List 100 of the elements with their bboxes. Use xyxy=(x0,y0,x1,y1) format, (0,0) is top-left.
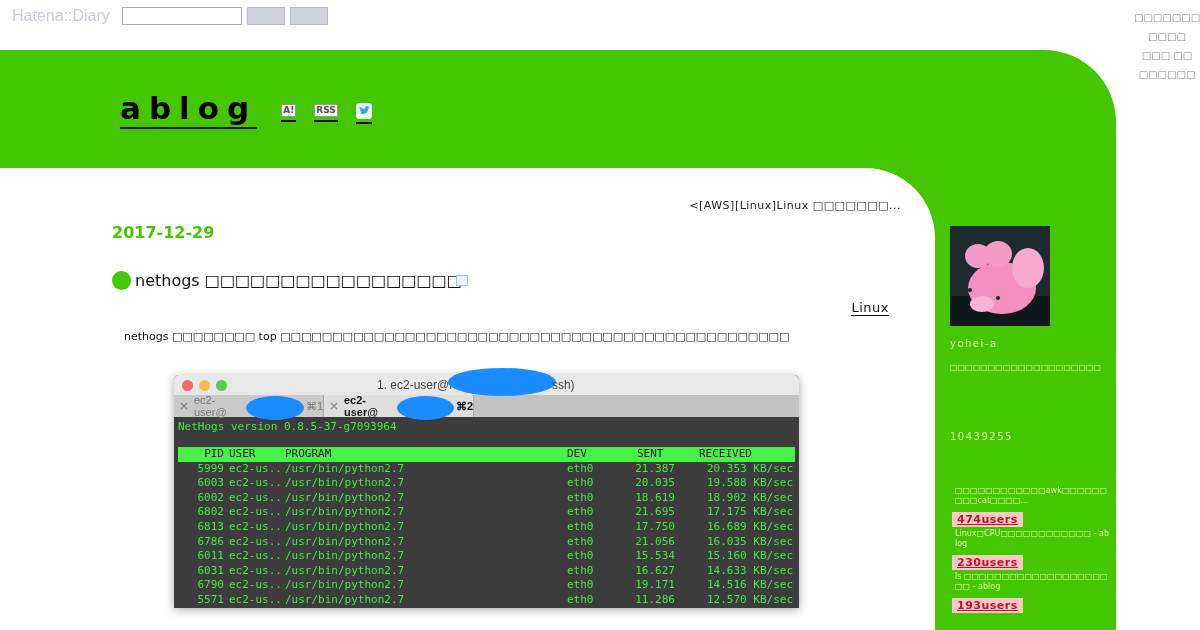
column-header: RECEIVED xyxy=(698,447,753,462)
table-cell-text: 12.570 KB/sec xyxy=(705,592,793,608)
table-cell-text: 16.689 KB/sec xyxy=(705,519,793,535)
entry-text: nethogs □□□□□□□□ top □□□□□□□□□□□□□□□□□□□□□□□□□□□□□□□□□□□□□□□□□□□□□□□□□ xyxy=(124,330,791,343)
column-header: SENT xyxy=(636,447,665,462)
table-cell-text: /usr/bin/python2.7 xyxy=(285,519,406,535)
bird-icon xyxy=(355,102,372,119)
table-cell-text: /usr/bin/python2.7 xyxy=(285,563,406,579)
entry-title[interactable]: nethogs □□□□□□□□□□□□□□□□□ xyxy=(135,271,462,290)
table-cell-text: ec2-us.. xyxy=(228,490,283,506)
close-icon[interactable] xyxy=(180,402,188,410)
table-cell-text: /usr/bin/python2.7 xyxy=(285,534,406,550)
table-cell-text: /usr/bin/python2.7 xyxy=(285,505,406,520)
bookmark-count[interactable]: 474users xyxy=(952,512,1023,527)
twitter-link[interactable] xyxy=(355,102,372,124)
table-cell-text: 20.353 KB/sec xyxy=(705,461,793,477)
button[interactable] xyxy=(289,7,328,25)
table-cell-text: /usr/bin/python2.7 xyxy=(285,476,406,491)
table-cell-text: 16.627 xyxy=(634,563,675,579)
table-cell-text: 11.286 xyxy=(634,592,675,608)
table-cell-text: /usr/bin/python2.7 xyxy=(285,549,406,564)
table-cell-text: 6802 xyxy=(196,505,224,520)
column-header: USER xyxy=(228,447,257,462)
close-light-icon[interactable] xyxy=(182,379,193,391)
table-cell-text: /usr/bin/python2.7 xyxy=(285,592,406,608)
table-cell-text: 6790 xyxy=(196,578,224,593)
header-link[interactable]: □□□□□□ xyxy=(1138,65,1196,84)
table-cell-text: eth0 xyxy=(567,505,595,520)
zoom-light-icon[interactable] xyxy=(216,379,227,391)
table-cell-text: eth0 xyxy=(567,519,595,535)
table-cell-text: 6011 xyxy=(196,549,224,564)
column-header: DEV xyxy=(567,447,588,462)
table-cell-text: ec2-us.. xyxy=(228,505,283,520)
table-cell-text: eth0 xyxy=(567,534,595,550)
table-cell-text: 6786 xyxy=(196,534,224,550)
minimize-light-icon[interactable] xyxy=(199,379,210,391)
tab-shortcut: ⌘1 xyxy=(305,399,323,413)
table-cell-text: ec2-us.. xyxy=(228,592,283,608)
table-cell-text: 14.633 KB/sec xyxy=(705,563,793,579)
popular-entry-link[interactable]: Linux□CPU□□□□□□□□□□□□ - ablog xyxy=(950,529,1110,549)
header-link[interactable]: □□□□□□□ xyxy=(1133,8,1200,27)
window-title: 1. ec2-user@i xyxy=(377,378,452,392)
table-cell-text: ec2-us.. xyxy=(228,461,283,477)
entry-date[interactable]: 2017-12-29 xyxy=(112,223,935,242)
table-cell-text: 18.902 KB/sec xyxy=(705,490,793,506)
table-cell-text: 6003 xyxy=(196,476,224,491)
column-header: PID xyxy=(203,447,224,462)
table-cell-text: eth0 xyxy=(567,592,595,608)
tab-label: ec2-user@ xyxy=(344,394,379,418)
table-cell-text: eth0 xyxy=(567,549,595,564)
table-cell-text: eth0 xyxy=(567,461,595,477)
tab-shortcut: ⌘2 xyxy=(455,399,473,413)
table-cell-text: 6002 xyxy=(196,490,224,506)
tab-label: ec2-user@ xyxy=(194,394,228,418)
username[interactable]: yohei-a xyxy=(950,338,1116,349)
table-cell-text: 6813 xyxy=(196,519,224,535)
bullet-icon xyxy=(112,271,131,290)
header-link[interactable]: □□□□ xyxy=(1148,27,1186,46)
redaction-mark xyxy=(246,396,304,420)
table-cell-text: 19.171 xyxy=(634,578,675,593)
table-cell-text: /usr/bin/python2.7 xyxy=(285,578,406,593)
table-cell-text: /usr/bin/python2.7 xyxy=(285,490,406,506)
window-title: ssh) xyxy=(551,378,575,392)
table-cell-text: eth0 xyxy=(567,578,595,593)
category-link[interactable]: Linux xyxy=(851,300,889,316)
table-cell-text: 20.035 xyxy=(634,476,675,491)
table-cell-text: 15.160 KB/sec xyxy=(705,549,793,564)
popular-entry-link[interactable]: ls □□□□□□□□□□□□□□□□□□□□□ - ablog xyxy=(950,572,1110,592)
table-cell-text: 18.619 xyxy=(634,490,675,506)
close-icon[interactable] xyxy=(330,402,338,410)
profile-description: □□□□□□□□□□□□□□□□□□□□ xyxy=(950,363,1103,373)
visitor-count: 10439255 xyxy=(950,431,1014,442)
table-cell-text: eth0 xyxy=(567,563,595,579)
header-link[interactable]: □□□ □□ xyxy=(1141,46,1193,65)
table-cell-text: ec2-us.. xyxy=(228,519,283,535)
bookmark-count[interactable]: 230users xyxy=(952,555,1023,570)
table-cell-text: 17.175 KB/sec xyxy=(705,505,793,520)
table-cell-text: eth0 xyxy=(567,490,595,506)
bookmark-count[interactable]: 193users xyxy=(952,598,1023,613)
table-cell-text: ec2-us.. xyxy=(228,534,283,550)
terminal-line: NetHogs version 0.8.5-37-g7093964 xyxy=(178,419,398,435)
terminal-tab[interactable]: ec2-user@ ⌘2 xyxy=(324,395,474,417)
table-cell-text: eth0 xyxy=(567,476,595,491)
search-field[interactable] xyxy=(121,7,242,25)
table-cell-text: 21.387 xyxy=(634,461,675,477)
blog-title[interactable]: ablog xyxy=(120,89,258,129)
table-cell-text: 16.035 KB/sec xyxy=(705,534,793,550)
previous-entry-link[interactable]: <[AWS][Linux]Linux □□□□□□□... xyxy=(689,199,901,212)
table-cell-text: 15.534 xyxy=(634,549,675,564)
table-cell-text: 5999 xyxy=(196,461,224,477)
column-header: PROGRAM xyxy=(285,447,333,462)
table-cell-text: 6031 xyxy=(196,563,224,579)
table-cell-text: 21.695 xyxy=(634,505,675,520)
button[interactable] xyxy=(246,7,285,25)
table-cell-text: /usr/bin/python2.7 xyxy=(285,461,406,477)
table-cell-text: 19.588 KB/sec xyxy=(705,476,793,491)
table-cell-text: ec2-us.. xyxy=(228,549,283,564)
table-cell-text: 17.750 xyxy=(634,519,675,535)
popular-entry-link[interactable]: □□□□□□□□□□□□awk□□□□□□□□□cat□□□□... xyxy=(950,486,1110,506)
table-cell-text: 14.516 KB/sec xyxy=(705,578,793,593)
